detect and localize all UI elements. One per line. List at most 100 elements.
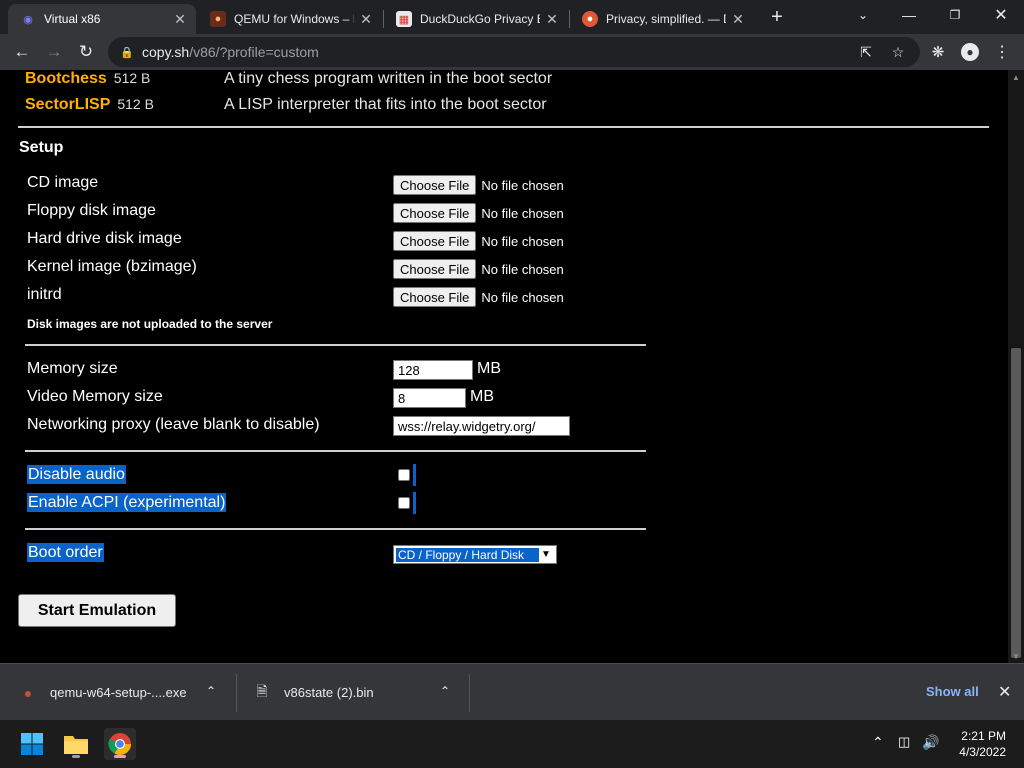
- chrome-icon[interactable]: [104, 728, 136, 760]
- divider: [236, 674, 237, 712]
- tab-search-button[interactable]: ⌄: [840, 0, 886, 30]
- divider: [18, 126, 989, 128]
- os-list-item[interactable]: SectorLISP 512 B A LISP interpreter that…: [25, 96, 547, 114]
- restore-button[interactable]: ❐: [932, 0, 978, 30]
- os-description: A LISP interpreter that fits into the bo…: [224, 96, 547, 113]
- os-description: A tiny chess program written in the boot…: [224, 70, 553, 87]
- memory-unit: MB: [477, 360, 501, 377]
- extensions-icon[interactable]: ❋: [924, 38, 952, 66]
- enable-acpi-label: Enable ACPI (experimental): [27, 493, 227, 512]
- chevron-down-icon: ▼: [541, 549, 551, 560]
- close-tab-icon[interactable]: ✕: [172, 11, 188, 27]
- divider: [25, 528, 646, 530]
- clock-date: 4/3/2022: [959, 745, 1006, 759]
- back-button[interactable]: ←: [8, 38, 36, 66]
- download-item-v86state[interactable]: 🗎 v86state (2).bin: [254, 664, 374, 721]
- selection-highlight: [413, 492, 416, 514]
- download-item-qemu[interactable]: ● qemu-w64-setup-....exe: [20, 664, 187, 721]
- hard-drive-image-file-input[interactable]: Choose File No file chosen: [393, 231, 564, 251]
- initrd-file-input[interactable]: Choose File No file chosen: [393, 287, 564, 307]
- forward-button[interactable]: →: [40, 38, 68, 66]
- choose-file-button[interactable]: Choose File: [393, 259, 477, 279]
- scroll-up-arrow-icon[interactable]: ▲: [1008, 70, 1024, 84]
- page-scrollbar[interactable]: ▲ ▼: [1008, 70, 1024, 663]
- video-memory-label: Video Memory size: [27, 388, 163, 405]
- menu-kebab-icon[interactable]: ⋮: [988, 38, 1016, 66]
- tab-privacy-simplified[interactable]: ● Privacy, simplified. — D ✕: [570, 4, 754, 34]
- show-hidden-icons-chevron-up-icon[interactable]: ⌃: [872, 734, 884, 751]
- disable-audio-checkbox[interactable]: [398, 469, 410, 481]
- kernel-image-file-input[interactable]: Choose File No file chosen: [393, 259, 564, 279]
- tab-title: Virtual x86: [44, 12, 101, 26]
- hard-drive-image-label: Hard drive disk image: [27, 230, 182, 247]
- boot-order-label: Boot order: [27, 543, 104, 562]
- choose-file-button[interactable]: Choose File: [393, 203, 477, 223]
- cd-image-file-input[interactable]: Choose File No file chosen: [393, 175, 564, 195]
- download-filename: qemu-w64-setup-....exe: [50, 685, 187, 700]
- scrollbar-thumb[interactable]: [1011, 348, 1021, 658]
- chevron-up-icon[interactable]: ⌃: [206, 684, 216, 698]
- start-emulation-button[interactable]: Start Emulation: [18, 594, 176, 627]
- qemu-icon: ●: [23, 684, 33, 701]
- tab-virtual-x86[interactable]: ◉ Virtual x86 ✕: [8, 4, 196, 34]
- memory-size-input[interactable]: 128: [393, 360, 473, 380]
- close-tab-icon[interactable]: ✕: [730, 11, 746, 27]
- tab-duckduckgo-store[interactable]: ▦ DuckDuckGo Privacy E ✕: [384, 4, 568, 34]
- os-name[interactable]: SectorLISP: [25, 96, 110, 114]
- lock-icon[interactable]: 🔒: [120, 45, 134, 59]
- tab-title: DuckDuckGo Privacy E: [420, 12, 540, 26]
- windows-start-icon[interactable]: [16, 728, 48, 760]
- tab-strip: ◉ Virtual x86 ✕ ● QEMU for Windows – I ✕…: [0, 0, 1024, 34]
- tab-title: Privacy, simplified. — D: [606, 12, 726, 26]
- windows-taskbar: ⌃ ◫ 🔊 2:21 PM 4/3/2022: [0, 720, 1024, 768]
- file-explorer-icon[interactable]: [60, 728, 92, 760]
- chevron-up-icon[interactable]: ⌃: [440, 684, 450, 698]
- duckduckgo-icon: ●: [582, 11, 598, 27]
- cd-image-label: CD image: [27, 174, 99, 191]
- network-icon[interactable]: ◫: [898, 734, 910, 750]
- os-size: 512 B: [117, 96, 154, 112]
- address-bar[interactable]: 🔒 copy.sh/v86/?profile=custom ⇱ ☆: [108, 37, 920, 67]
- enable-acpi-checkbox[interactable]: [398, 497, 410, 509]
- volume-icon[interactable]: 🔊: [922, 734, 939, 751]
- new-tab-button[interactable]: +: [766, 6, 788, 28]
- page-content: Bootchess 512 B A tiny chess program wri…: [0, 70, 1008, 663]
- divider: [25, 450, 646, 452]
- file-status: No file chosen: [481, 289, 564, 305]
- reload-button[interactable]: ↻: [72, 38, 100, 66]
- v86-icon: ◉: [23, 13, 33, 26]
- disk-images-note: Disk images are not uploaded to the serv…: [27, 317, 273, 331]
- share-icon[interactable]: ⇱: [858, 44, 874, 60]
- minimize-button[interactable]: —: [886, 0, 932, 30]
- video-memory-input[interactable]: 8: [393, 388, 466, 408]
- os-list-item[interactable]: Bootchess 512 B A tiny chess program wri…: [25, 70, 552, 88]
- taskbar-clock[interactable]: 2:21 PM 4/3/2022: [942, 728, 1006, 760]
- download-filename: v86state (2).bin: [284, 685, 374, 700]
- scroll-down-arrow-icon[interactable]: ▼: [1008, 649, 1024, 663]
- selection-highlight: [413, 464, 416, 486]
- disable-audio-label: Disable audio: [27, 465, 126, 484]
- divider: [469, 674, 470, 712]
- close-downloads-icon[interactable]: ✕: [998, 682, 1011, 702]
- choose-file-button[interactable]: Choose File: [393, 287, 477, 307]
- browser-toolbar: ← → ↻ 🔒 copy.sh/v86/?profile=custom ⇱ ☆ …: [0, 34, 1024, 70]
- bookmark-star-icon[interactable]: ☆: [890, 44, 906, 60]
- floppy-image-label: Floppy disk image: [27, 202, 156, 219]
- taskbar-indicator: [114, 755, 126, 758]
- show-all-downloads-link[interactable]: Show all: [926, 684, 979, 699]
- floppy-image-file-input[interactable]: Choose File No file chosen: [393, 203, 564, 223]
- url-text: copy.sh/v86/?profile=custom: [142, 44, 319, 60]
- choose-file-button[interactable]: Choose File: [393, 175, 477, 195]
- memory-size-label: Memory size: [27, 360, 118, 377]
- file-status: No file chosen: [481, 261, 564, 277]
- close-window-button[interactable]: ✕: [978, 0, 1024, 30]
- file-status: No file chosen: [481, 205, 564, 221]
- os-name[interactable]: Bootchess: [25, 70, 107, 88]
- profile-icon[interactable]: ●: [956, 38, 984, 66]
- boot-order-select[interactable]: CD / Floppy / Hard Disk ▼: [393, 545, 557, 564]
- choose-file-button[interactable]: Choose File: [393, 231, 477, 251]
- tab-qemu[interactable]: ● QEMU for Windows – I ✕: [198, 4, 382, 34]
- close-tab-icon[interactable]: ✕: [358, 11, 374, 27]
- networking-proxy-input[interactable]: wss://relay.widgetry.org/: [393, 416, 570, 436]
- close-tab-icon[interactable]: ✕: [544, 11, 560, 27]
